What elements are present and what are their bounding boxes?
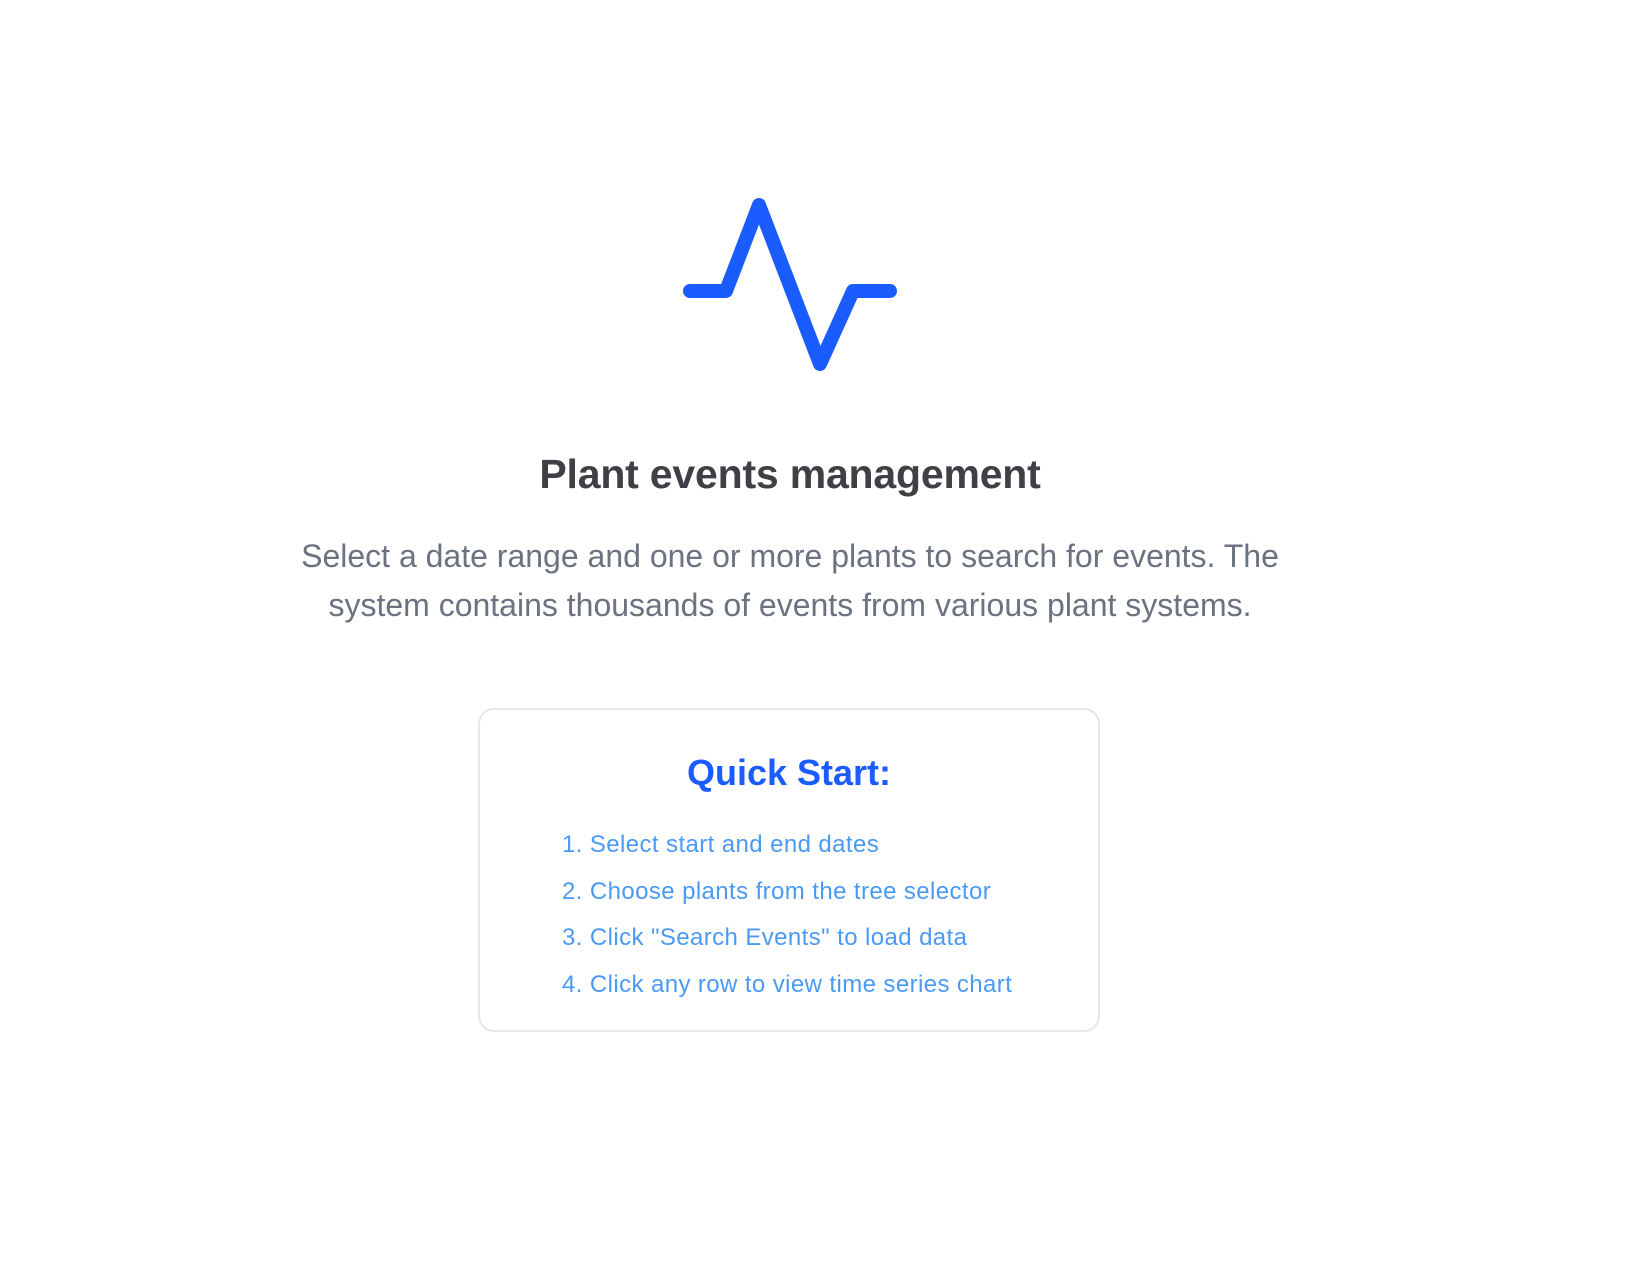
- quick-start-step: 4. Click any row to view time series cha…: [562, 970, 1013, 998]
- description-line-1: Select a date range and one or more plan…: [301, 538, 1216, 574]
- page-description: Select a date range and one or more plan…: [290, 532, 1290, 630]
- quick-start-title: Quick Start:: [686, 752, 892, 793]
- quick-start-step: 2. Choose plants from the tree selector: [562, 877, 992, 905]
- quick-start-step: 1. Select start and end dates: [562, 831, 880, 858]
- quick-start-card: Quick Start: 1. Select start and end dat…: [478, 708, 1100, 1032]
- quick-start-step: 3. Click "Search Events" to load data: [562, 924, 968, 951]
- quick-start-steps: 1. Select start and end dates 2. Choose …: [562, 822, 1012, 1008]
- activity-icon: [683, 198, 897, 371]
- empty-state-page: Plant events management Select a date ra…: [0, 0, 1626, 1274]
- page-title: Plant events management: [539, 451, 1041, 497]
